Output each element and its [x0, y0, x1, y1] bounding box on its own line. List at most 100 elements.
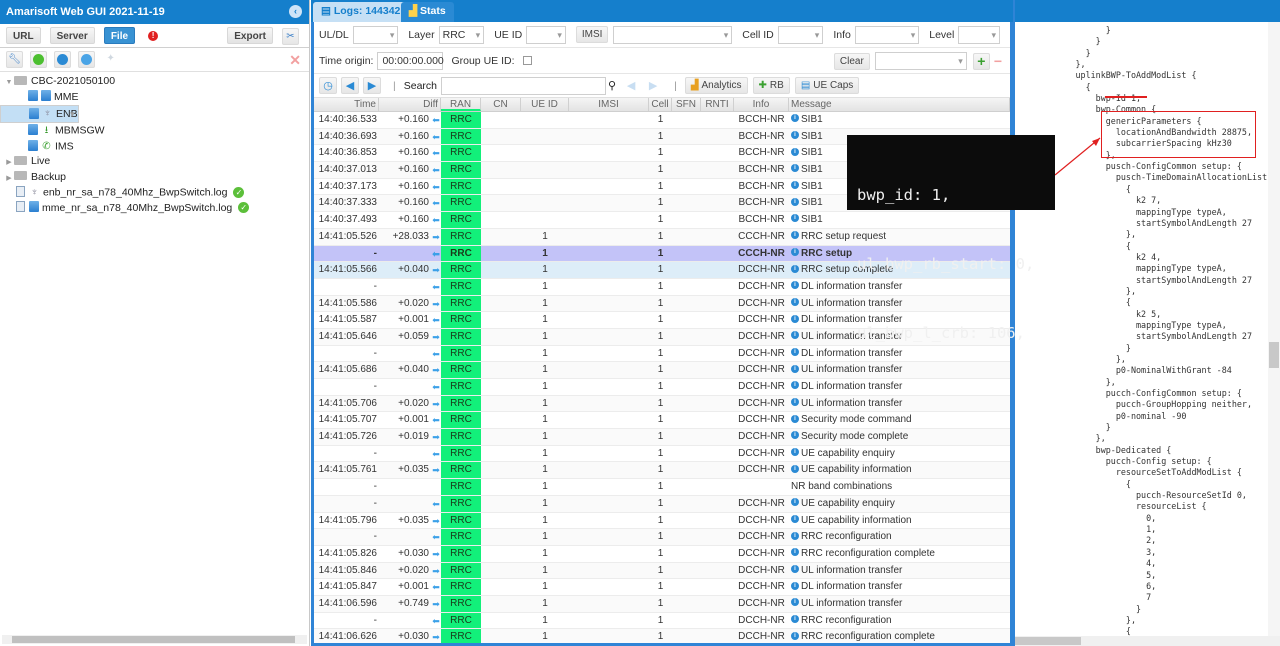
info-icon[interactable]: i: [791, 431, 799, 440]
info-icon[interactable]: i: [791, 498, 799, 507]
table-row[interactable]: 14:41:05.706 +0.020 ➡ RRC 1 1 DCCH-NR i UL infor…: [314, 395, 1010, 413]
horizontal-scrollbar[interactable]: [1015, 636, 1280, 646]
plug-icon[interactable]: ✦: [102, 51, 119, 68]
arrow-left-icon[interactable]: ◀: [341, 77, 359, 94]
col-sfn[interactable]: SFN: [672, 98, 701, 111]
info-icon[interactable]: i: [791, 564, 799, 573]
tree-item-mme-log[interactable]: mme_nr_sa_n78_40Mhz_BwpSwitch.log ✓: [0, 201, 309, 217]
col-message[interactable]: Message: [789, 98, 1010, 111]
table-row[interactable]: 14:41:05.796 +0.035 ➡ RRC 1 1 DCCH-NR i UE capab…: [314, 512, 1010, 530]
info-icon[interactable]: i: [791, 364, 799, 373]
info-icon[interactable]: i: [791, 297, 799, 306]
info-icon[interactable]: i: [791, 448, 799, 457]
info-icon[interactable]: i: [791, 147, 799, 156]
filter-preset-select[interactable]: [874, 52, 967, 70]
group-ueid-checkbox[interactable]: [522, 56, 532, 65]
info-icon[interactable]: i: [791, 181, 799, 190]
col-diff[interactable]: Diff: [379, 98, 441, 111]
pause-icon[interactable]: [78, 51, 96, 68]
info-select[interactable]: [854, 25, 920, 44]
tree-item-enb[interactable]: ♆ ENB: [0, 105, 79, 123]
table-row[interactable]: - ⬅ RRC 1 1 DCCH-NR i RRC reconfiguration: [314, 529, 1010, 546]
tree-item-enb-log[interactable]: ♆ enb_nr_sa_n78_40Mhz_BwpSwitch.log ✓: [0, 185, 309, 201]
expand-icon[interactable]: ▼: [4, 75, 14, 90]
horizontal-scrollbar[interactable]: [2, 635, 307, 644]
scrollbar-thumb[interactable]: [1015, 637, 1081, 645]
search-prev-icon[interactable]: ◀: [622, 77, 640, 94]
tree-item-ims[interactable]: ✆ IMS: [0, 139, 309, 155]
table-row[interactable]: 14:41:05.847 +0.001 ⬅ RRC 1 1 DCCH-NR i DL infor…: [314, 579, 1010, 596]
info-icon[interactable]: i: [791, 197, 799, 206]
alert-icon[interactable]: !: [148, 31, 159, 42]
table-row[interactable]: 14:41:05.726 +0.019 ➡ RRC 1 1 DCCH-NR i Security…: [314, 429, 1010, 446]
add-icon[interactable]: +: [972, 52, 990, 70]
binoculars-icon[interactable]: ⚲: [608, 79, 616, 92]
table-row[interactable]: - ⬅ RRC 1 1 DCCH-NR i RRC reconfiguration: [314, 612, 1010, 630]
col-ueid[interactable]: UE ID: [521, 98, 569, 111]
col-cell[interactable]: Cell: [649, 98, 672, 111]
info-icon[interactable]: i: [791, 631, 799, 640]
cellid-select[interactable]: [777, 25, 824, 44]
rb-button[interactable]: ✚ RB: [752, 77, 790, 94]
table-row[interactable]: 14:40:36.533 +0.160 ⬅ RRC 1 BCCH-NR i SIB1: [314, 112, 1010, 129]
table-row[interactable]: - ⬅ RRC 1 1 DCCH-NR i UE capability enquiry: [314, 445, 1010, 463]
search-input[interactable]: [441, 76, 607, 95]
info-icon[interactable]: i: [791, 598, 799, 607]
tree-item-live[interactable]: ▶ Live: [0, 154, 309, 170]
expand-icon[interactable]: ▶: [4, 171, 14, 186]
tree-item-backup[interactable]: ▶ Backup: [0, 170, 309, 186]
analytics-button[interactable]: ▟ Analytics: [684, 77, 748, 94]
table-row[interactable]: - ⬅ RRC 1 1 DCCH-NR i UE capability enquiry: [314, 495, 1010, 513]
refresh-icon[interactable]: [54, 51, 72, 68]
url-button[interactable]: URL: [6, 27, 41, 44]
tree-item-mbmsgw[interactable]: ⭳ MBMSGW: [0, 123, 309, 139]
info-icon[interactable]: i: [791, 314, 799, 323]
info-icon[interactable]: i: [791, 264, 799, 273]
file-button[interactable]: File: [103, 27, 136, 44]
tree-item-cbc[interactable]: ▼ CBC-2021050100: [0, 74, 309, 90]
info-icon[interactable]: i: [791, 281, 799, 290]
col-rnti[interactable]: RNTI: [701, 98, 734, 111]
collapse-panel-icon[interactable]: ‹: [289, 5, 302, 18]
info-icon[interactable]: i: [791, 231, 799, 240]
time-origin-input[interactable]: 00:00:00.000: [377, 51, 444, 70]
table-row[interactable]: 14:41:05.826 +0.030 ➡ RRC 1 1 DCCH-NR i RRC reco…: [314, 545, 1010, 563]
scrollbar-thumb[interactable]: [1269, 342, 1279, 368]
table-row[interactable]: 14:41:05.707 +0.001 ⬅ RRC 1 1 DCCH-NR i Security…: [314, 412, 1010, 430]
clear-button[interactable]: Clear: [833, 52, 870, 70]
table-row[interactable]: 14:41:06.596 +0.749 ➡ RRC 1 1 DCCH-NR i UL infor…: [314, 595, 1010, 613]
uldl-select[interactable]: [352, 25, 399, 44]
col-imsi[interactable]: IMSI: [569, 98, 649, 111]
info-icon[interactable]: i: [791, 398, 799, 407]
info-icon[interactable]: i: [791, 131, 799, 140]
info-icon[interactable]: i: [791, 164, 799, 173]
col-info[interactable]: Info: [734, 98, 789, 111]
ueid-select[interactable]: [526, 25, 566, 44]
table-row[interactable]: 14:41:05.846 +0.020 ➡ RRC 1 1 DCCH-NR i UL infor…: [314, 562, 1010, 580]
info-icon[interactable]: i: [791, 464, 799, 473]
info-icon[interactable]: i: [791, 347, 799, 356]
info-icon[interactable]: i: [791, 214, 799, 223]
tree-item-mme[interactable]: MME: [0, 90, 309, 106]
layer-select[interactable]: RRC: [438, 25, 485, 44]
scissors-icon[interactable]: ✂: [282, 27, 299, 45]
info-icon[interactable]: i: [791, 414, 799, 423]
tab-stats[interactable]: ▟ Stats: [401, 2, 454, 22]
info-icon[interactable]: i: [791, 247, 799, 256]
connect-icon[interactable]: [30, 51, 48, 68]
expand-icon[interactable]: ▶: [4, 155, 14, 170]
table-row[interactable]: 14:41:06.626 +0.030 ➡ RRC 1 1 DCCH-NR i RRC reco…: [314, 629, 1010, 643]
table-row[interactable]: - RRC 1 1 NR band combinations: [314, 479, 1010, 496]
delete-icon[interactable]: ✕: [289, 52, 301, 69]
scrollbar-thumb[interactable]: [12, 636, 295, 643]
info-icon[interactable]: i: [791, 331, 799, 340]
col-cn[interactable]: CN: [481, 98, 521, 111]
info-icon[interactable]: i: [791, 548, 799, 557]
imsi-button[interactable]: IMSI: [575, 26, 609, 43]
search-next-icon[interactable]: ▶: [644, 77, 662, 94]
info-icon[interactable]: i: [791, 614, 799, 623]
server-button[interactable]: Server: [49, 27, 95, 44]
info-icon[interactable]: i: [791, 381, 799, 390]
ue-caps-button[interactable]: ▤ UE Caps: [794, 77, 860, 94]
info-icon[interactable]: i: [791, 531, 799, 540]
